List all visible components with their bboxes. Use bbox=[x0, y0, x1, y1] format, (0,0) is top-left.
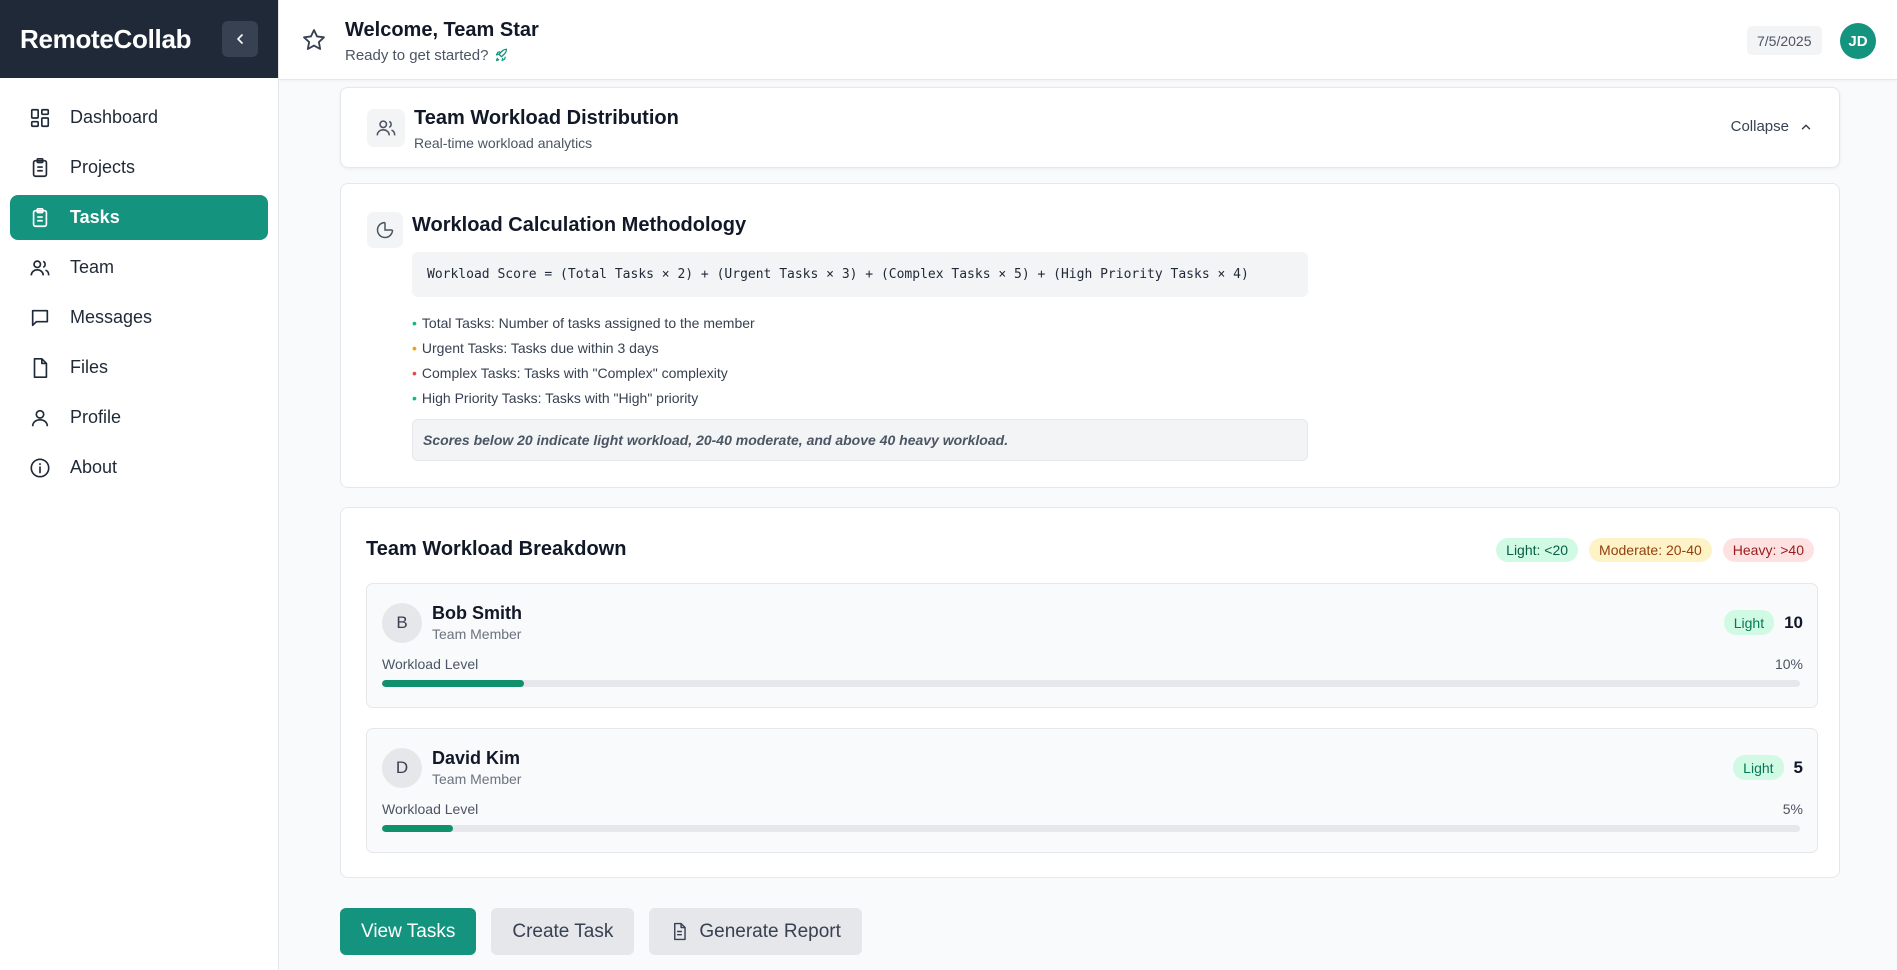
sidebar-item-label: Tasks bbox=[70, 207, 120, 227]
workload-distribution-title: Team Workload Distribution bbox=[414, 107, 679, 129]
legend-moderate-badge: Moderate: 20-40 bbox=[1589, 538, 1712, 562]
threshold-note: Scores below 20 indicate light workload,… bbox=[412, 419, 1308, 461]
welcome-subtitle: Ready to get started? bbox=[345, 47, 509, 64]
chevron-up-icon bbox=[1801, 124, 1811, 129]
list-item-text: Total Tasks: Number of tasks assigned to… bbox=[421, 314, 755, 331]
list-item: • Urgent Tasks: Tasks due within 3 days bbox=[412, 335, 755, 360]
collapse-label: Collapse bbox=[1730, 118, 1789, 135]
workload-legend: Light: <20 Moderate: 20-40 Heavy: >40 bbox=[1496, 538, 1814, 562]
clipboard-icon bbox=[29, 207, 51, 229]
workload-distribution-subtitle: Real-time workload analytics bbox=[414, 135, 593, 151]
sidebar-collapse-button[interactable] bbox=[222, 21, 258, 57]
workload-level-label: Workload Level bbox=[382, 656, 479, 672]
top-header: Welcome, Team Star Ready to get started?… bbox=[279, 0, 1897, 80]
list-item: • Total Tasks: Number of tasks assigned t… bbox=[412, 310, 755, 335]
sidebar-item-label: Profile bbox=[70, 407, 122, 427]
workload-level-badge: Light bbox=[1733, 755, 1784, 780]
dashboard-icon bbox=[29, 107, 51, 129]
pie-chart-icon bbox=[367, 212, 403, 248]
users-icon bbox=[29, 257, 51, 279]
user-avatar[interactable]: JD bbox=[1840, 23, 1876, 59]
workload-breakdown-card: Team Workload Breakdown Light: <20 Moder… bbox=[340, 507, 1840, 878]
breakdown-title: Team Workload Breakdown bbox=[366, 538, 627, 560]
generate-report-button[interactable]: Generate Report bbox=[649, 908, 862, 955]
member-name: Bob Smith bbox=[432, 603, 522, 623]
legend-light-badge: Light: <20 bbox=[1496, 538, 1579, 562]
legend-heavy-badge: Heavy: >40 bbox=[1722, 538, 1814, 562]
users-icon bbox=[367, 109, 405, 147]
welcome-title: Welcome, Team Star bbox=[345, 19, 539, 41]
member-avatar: B bbox=[382, 603, 422, 643]
member-row: B Bob Smith Team Member Light 10 Workloa… bbox=[366, 583, 1818, 708]
sidebar-item-label: About bbox=[70, 457, 118, 477]
methodology-title: Workload Calculation Methodology bbox=[412, 214, 747, 236]
workload-level-label: Workload Level bbox=[382, 801, 479, 817]
rocket-icon bbox=[496, 48, 508, 62]
member-name: David Kim bbox=[432, 748, 521, 768]
date-badge: 7/5/2025 bbox=[1747, 26, 1822, 55]
sidebar-item-profile[interactable]: Profile bbox=[10, 395, 268, 440]
bullet-dot: • bbox=[412, 364, 417, 381]
sidebar-item-messages[interactable]: Messages bbox=[10, 295, 268, 340]
workload-percent: 10% bbox=[1774, 656, 1803, 672]
workload-distribution-card: Team Workload Distribution Real-time wor… bbox=[340, 87, 1840, 168]
sidebar-item-label: Files bbox=[70, 357, 109, 377]
sidebar-item-team[interactable]: Team bbox=[10, 245, 268, 290]
star-icon[interactable] bbox=[301, 27, 327, 53]
workload-percent: 5% bbox=[1782, 801, 1803, 817]
workload-score: 5 bbox=[1793, 757, 1803, 777]
sidebar-item-label: Messages bbox=[70, 307, 153, 327]
user-icon bbox=[29, 407, 51, 429]
sidebar-item-dashboard[interactable]: Dashboard bbox=[10, 95, 268, 140]
document-icon bbox=[674, 922, 687, 941]
methodology-list: • Total Tasks: Number of tasks assigned t… bbox=[412, 310, 755, 410]
action-buttons: View Tasks Create Task Generate Report bbox=[340, 908, 862, 955]
chevron-left-icon bbox=[237, 34, 243, 44]
sidebar-nav: Dashboard Projects Tasks Team Messages F… bbox=[0, 78, 278, 490]
list-item: • Complex Tasks: Tasks with "Complex" com… bbox=[412, 360, 755, 385]
generate-report-label: Generate Report bbox=[699, 920, 841, 942]
collapse-button[interactable]: Collapse bbox=[1731, 118, 1813, 135]
view-tasks-button[interactable]: View Tasks bbox=[340, 908, 477, 955]
list-item-text: High Priority Tasks: Tasks with "High" p… bbox=[421, 389, 699, 406]
clipboard-icon bbox=[29, 157, 51, 179]
workload-progress-fill bbox=[382, 825, 453, 832]
sidebar-item-label: Team bbox=[70, 257, 115, 277]
sidebar-item-label: Dashboard bbox=[70, 107, 159, 127]
list-item: • High Priority Tasks: Tasks with "High" … bbox=[412, 385, 755, 410]
list-item-text: Urgent Tasks: Tasks due within 3 days bbox=[421, 339, 659, 356]
workload-progress-fill bbox=[382, 680, 524, 687]
sidebar: RemoteCollab Dashboard Projects Tasks Te… bbox=[0, 0, 279, 970]
workload-score: 10 bbox=[1784, 612, 1803, 632]
create-task-button[interactable]: Create Task bbox=[491, 908, 635, 955]
member-role: Team Member bbox=[432, 771, 522, 787]
sidebar-item-label: Projects bbox=[70, 157, 136, 177]
info-icon bbox=[29, 457, 51, 479]
file-icon bbox=[29, 357, 51, 379]
workload-progress-bar bbox=[382, 680, 1800, 687]
sidebar-header: RemoteCollab bbox=[0, 0, 278, 78]
member-avatar: D bbox=[382, 748, 422, 788]
member-level: Light 5 bbox=[1733, 755, 1803, 780]
sidebar-item-projects[interactable]: Projects bbox=[10, 145, 268, 190]
member-role: Team Member bbox=[432, 626, 522, 642]
member-level: Light 10 bbox=[1723, 610, 1803, 635]
message-icon bbox=[29, 307, 51, 329]
bullet-dot: • bbox=[412, 389, 417, 406]
workload-formula: Workload Score = (Total Tasks × 2) + (Ur… bbox=[412, 252, 1308, 297]
welcome-subtitle-text: Ready to get started? bbox=[345, 47, 489, 64]
bullet-dot: • bbox=[412, 339, 417, 356]
list-item-text: Complex Tasks: Tasks with "Complex" comp… bbox=[421, 364, 728, 381]
workload-level-badge: Light bbox=[1723, 610, 1775, 635]
member-row: D David Kim Team Member Light 5 Workload… bbox=[366, 728, 1818, 853]
workload-progress-bar bbox=[382, 825, 1800, 832]
app-title: RemoteCollab bbox=[20, 23, 192, 54]
sidebar-item-files[interactable]: Files bbox=[10, 345, 268, 390]
sidebar-item-tasks[interactable]: Tasks bbox=[10, 195, 268, 240]
methodology-card: Workload Calculation Methodology Workloa… bbox=[340, 183, 1840, 488]
bullet-dot: • bbox=[412, 314, 417, 331]
sidebar-item-about[interactable]: About bbox=[10, 445, 268, 490]
